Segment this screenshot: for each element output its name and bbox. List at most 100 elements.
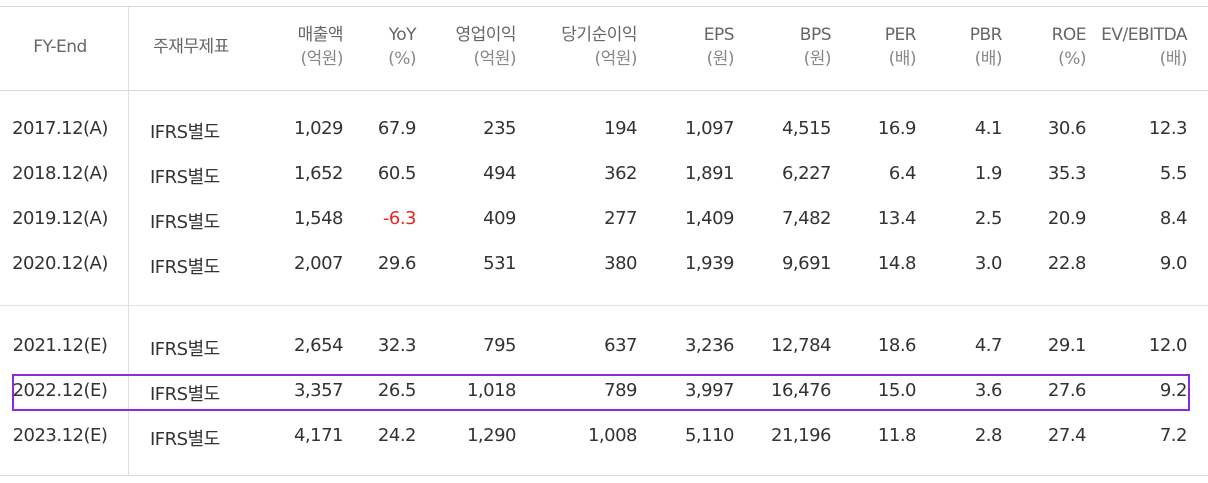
table-cell: 380 <box>604 253 637 274</box>
table-cell: 60.5 <box>377 163 417 184</box>
table-cell: 2,654 <box>293 335 344 356</box>
table-cell: 67.9 <box>377 118 417 139</box>
table-cell: 12.3 <box>1148 118 1188 139</box>
table-cell: 494 <box>483 163 516 184</box>
table-cell: 789 <box>604 380 637 401</box>
financial-table: FY-End 주재무제표 매출액 (억원) YoY (%) 영업이익 (억원) 당기순이익 (억원… <box>0 0 1208 483</box>
table-cell: 1,290 <box>466 425 517 446</box>
table-cell: 1,891 <box>684 163 735 184</box>
table-cell: 15.0 <box>877 380 917 401</box>
table-cell: 6,227 <box>781 163 832 184</box>
column-header-unit: (%) <box>1058 49 1086 69</box>
table-cell: 30.6 <box>1047 118 1087 139</box>
table-cell: 1.9 <box>974 163 1003 184</box>
table-cell: IFRS별도 <box>150 384 220 405</box>
column-header: YoY (%) <box>350 23 416 71</box>
table-cell: 21,196 <box>771 425 831 446</box>
table-cell: 2.8 <box>974 425 1003 446</box>
column-header-unit: (원) <box>706 49 735 69</box>
table-cell: IFRS별도 <box>150 212 220 233</box>
table-cell: 2020.12(A) <box>12 253 108 274</box>
column-header-label: 매출액 <box>297 25 344 45</box>
table-cell: 11.8 <box>877 425 917 446</box>
actual-estimate-separator <box>0 305 1208 306</box>
table-cell: 2017.12(A) <box>12 118 108 139</box>
table-cell: -6.3 <box>382 208 417 229</box>
table-cell: 2,007 <box>293 253 344 274</box>
table-cell: 29.6 <box>377 253 417 274</box>
table-cell: 22.8 <box>1047 253 1087 274</box>
column-header-label: PER <box>884 25 917 45</box>
table-cell: 27.4 <box>1047 425 1087 446</box>
table-cell: 3,236 <box>684 335 735 356</box>
table-cell: 7.2 <box>1159 425 1188 446</box>
table-cell: 1,029 <box>293 118 344 139</box>
column-header: FY-End <box>0 35 120 59</box>
table-cell: IFRS별도 <box>150 429 220 450</box>
table-cell: 1,018 <box>466 380 517 401</box>
column-header: PBR (배) <box>920 23 1003 71</box>
column-header-unit: (원) <box>803 49 832 69</box>
table-cell: IFRS별도 <box>150 339 220 360</box>
column-header-label: ROE <box>1051 25 1087 45</box>
table-cell: 1,008 <box>587 425 638 446</box>
column-header-label: EV/EBITDA <box>1101 25 1187 45</box>
table-cell: 1,097 <box>684 118 735 139</box>
table-cell: 6.4 <box>888 163 917 184</box>
column-header-label: BPS <box>799 25 832 45</box>
table-cell: 14.8 <box>877 253 917 274</box>
column-header-unit: (%) <box>388 49 416 69</box>
table-cell: 12,784 <box>771 335 831 356</box>
table-cell: 2.5 <box>974 208 1003 229</box>
column-header-label: YoY <box>388 25 417 45</box>
table-cell: 4.7 <box>974 335 1003 356</box>
table-cell: 795 <box>483 335 516 356</box>
table-cell: 16.9 <box>877 118 917 139</box>
table-cell: 9.0 <box>1159 253 1188 274</box>
table-cell: 2018.12(A) <box>12 163 108 184</box>
table-cell: 8.4 <box>1159 208 1188 229</box>
column-header: 매출액 (억원) <box>250 23 344 71</box>
table-cell: 35.3 <box>1047 163 1087 184</box>
column-header-unit: (배) <box>1159 49 1188 69</box>
table-cell: 637 <box>604 335 637 356</box>
table-cell: 362 <box>604 163 637 184</box>
column-header-label: FY-End <box>33 37 87 57</box>
column-header: EV/EBITDA (배) <box>1090 23 1187 71</box>
table-cell: 3,357 <box>293 380 344 401</box>
table-cell: 3,997 <box>684 380 735 401</box>
table-cell: 3.0 <box>974 253 1003 274</box>
column-header-label: EPS <box>703 25 735 45</box>
table-cell: 1,652 <box>293 163 344 184</box>
table-cell: 235 <box>483 118 516 139</box>
table-cell: 277 <box>604 208 637 229</box>
table-cell: 5.5 <box>1159 163 1188 184</box>
table-cell: 531 <box>483 253 516 274</box>
table-cell: 12.0 <box>1148 335 1188 356</box>
header-bottom-border <box>0 90 1208 91</box>
table-cell: 194 <box>604 118 637 139</box>
column-header: ROE (%) <box>1005 23 1087 71</box>
table-cell: 4.1 <box>974 118 1003 139</box>
table-cell: 2021.12(E) <box>12 335 108 356</box>
table-cell: 409 <box>483 208 516 229</box>
column-header: 당기순이익 (억원) <box>520 23 637 71</box>
table-cell: 9.2 <box>1159 380 1188 401</box>
table-cell: 5,110 <box>684 425 735 446</box>
table-cell: 4,171 <box>293 425 344 446</box>
table-cell: 4,515 <box>781 118 832 139</box>
table-cell: IFRS별도 <box>150 257 220 278</box>
table-bottom-border <box>0 475 1208 476</box>
column-header: PER (배) <box>835 23 917 71</box>
table-cell: 9,691 <box>781 253 832 274</box>
table-cell: 13.4 <box>877 208 917 229</box>
table-cell: 7,482 <box>781 208 832 229</box>
table-top-border <box>0 6 1208 7</box>
column-header-unit: (억원) <box>300 49 343 69</box>
column-header-unit: (억원) <box>473 49 516 69</box>
column-header: EPS (원) <box>640 23 735 71</box>
table-cell: IFRS별도 <box>150 122 220 143</box>
table-cell: 3.6 <box>974 380 1003 401</box>
column-header-label: 당기순이익 <box>561 25 637 45</box>
table-cell: 32.3 <box>377 335 417 356</box>
